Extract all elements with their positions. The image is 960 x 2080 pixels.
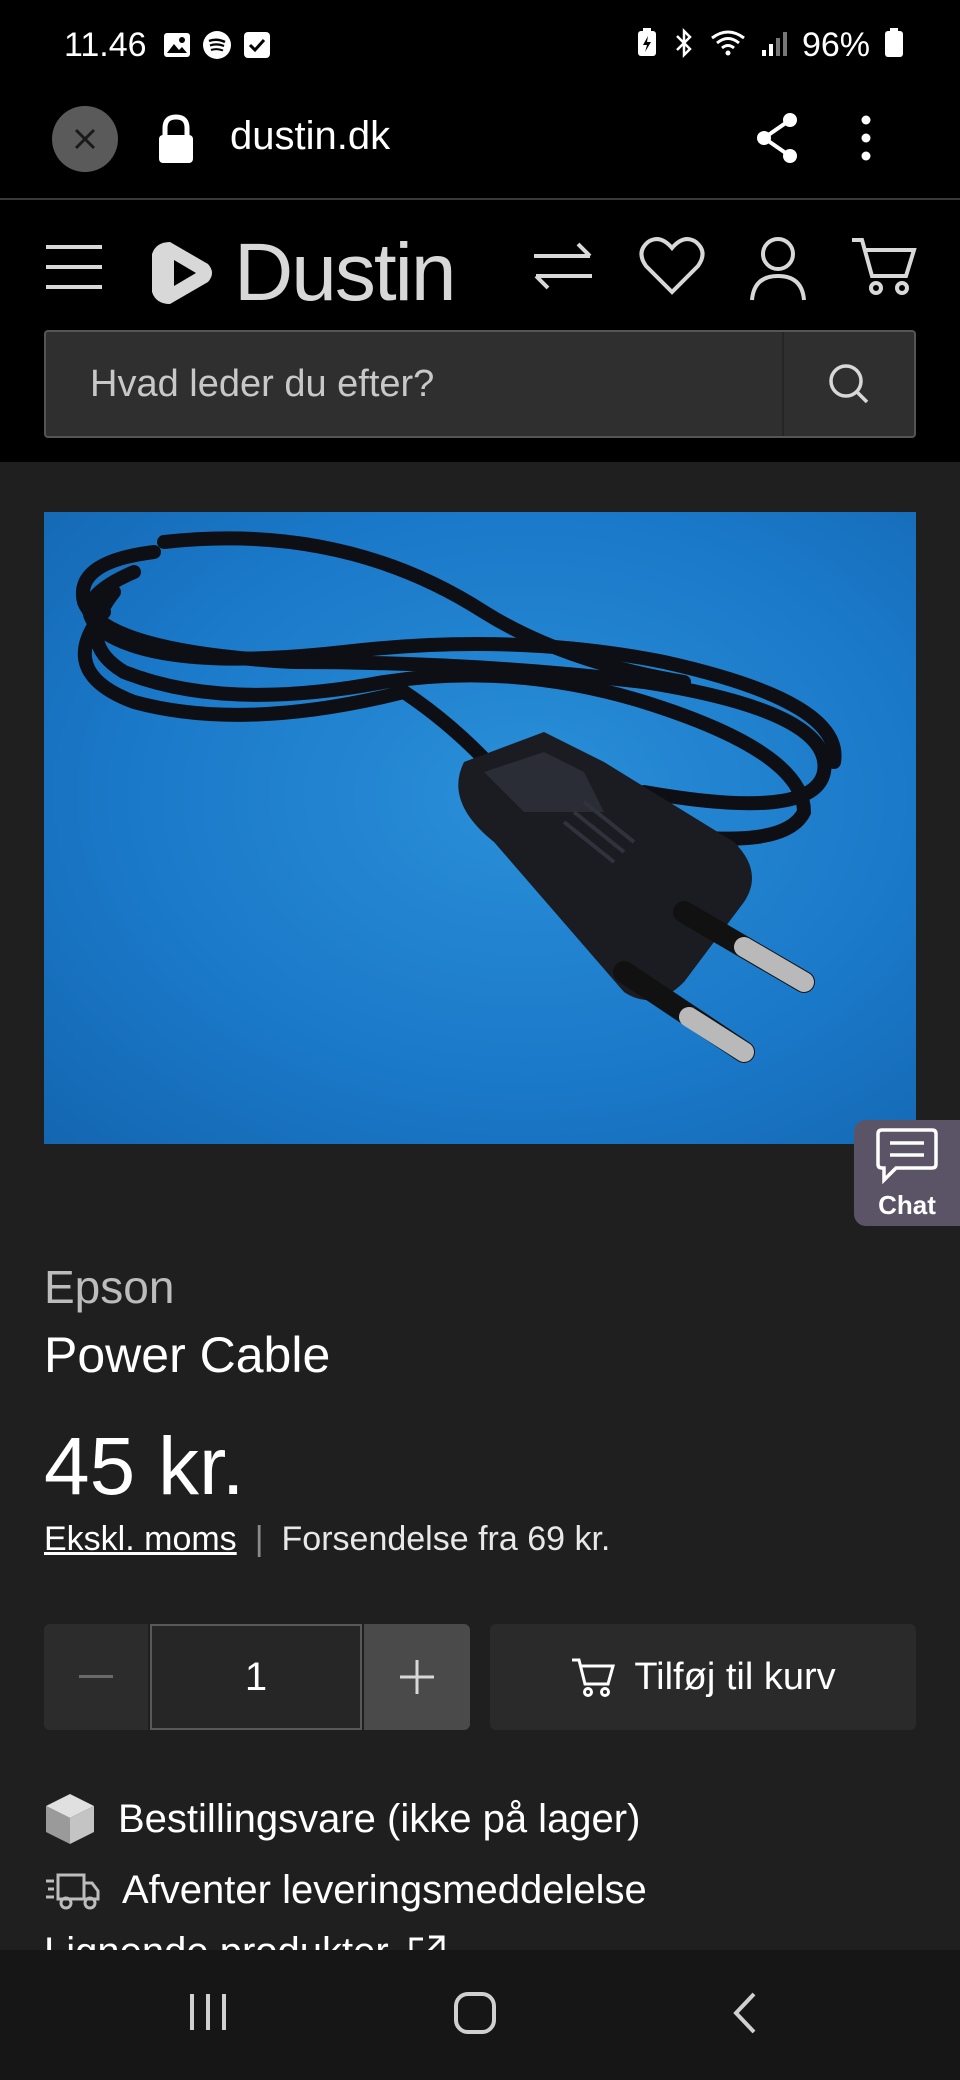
box-icon (46, 1794, 94, 1844)
quantity-increase-button[interactable] (364, 1624, 470, 1730)
battery-icon (884, 28, 904, 63)
menu-icon[interactable] (44, 242, 104, 297)
product-image[interactable] (44, 512, 916, 1144)
chat-button[interactable]: Chat (854, 1120, 960, 1226)
price-meta: Ekskl. moms | Forsendelse fra 69 kr. (44, 1520, 610, 1559)
status-system-icons: 96% (636, 26, 904, 65)
power-cable-image (75, 531, 842, 1063)
battery-percent: 96% (801, 26, 870, 64)
shipping-info: Forsendelse fra 69 kr. (281, 1520, 611, 1558)
gallery-icon (162, 30, 192, 60)
delivery-status-text: Afventer leveringsmeddelelse (122, 1868, 647, 1912)
logo-text: Dustin (234, 227, 456, 318)
search-button[interactable] (782, 332, 914, 436)
lock-icon (154, 112, 198, 173)
wifi-icon (710, 28, 746, 63)
favorites-heart-icon[interactable] (638, 234, 706, 303)
recent-apps-icon[interactable] (186, 1990, 230, 2039)
minus-icon (79, 1675, 113, 1678)
site-logo[interactable]: Dustin (148, 226, 456, 320)
chat-label: Chat (878, 1189, 936, 1220)
stock-status: Bestillingsvare (ikke på lager) (44, 1792, 640, 1846)
site-header: Dustin (0, 200, 960, 462)
add-to-cart-button[interactable]: Tilføj til kurv (490, 1624, 916, 1730)
home-icon[interactable] (452, 1990, 498, 2041)
chat-bubble-icon (876, 1127, 938, 1184)
price-separator: | (254, 1520, 264, 1558)
account-icon[interactable] (748, 234, 808, 307)
battery-saver-icon (636, 28, 658, 63)
cart-icon (572, 1658, 616, 1697)
checkbox-icon (242, 30, 272, 60)
plus-icon (400, 1660, 434, 1694)
vat-toggle-link[interactable]: Ekskl. moms (44, 1520, 237, 1559)
browser-toolbar: dustin.dk (0, 92, 960, 200)
status-time: 11.46 (64, 26, 147, 64)
delivery-truck-icon (46, 1873, 100, 1909)
quantity-decrease-button[interactable] (44, 1624, 148, 1730)
search-box (44, 330, 916, 438)
search-icon (829, 364, 869, 404)
delivery-status: Afventer leveringsmeddelelse (44, 1868, 647, 1913)
back-icon[interactable] (728, 1990, 762, 2041)
close-icon (74, 128, 96, 150)
close-tab-button[interactable] (52, 106, 118, 172)
product-price: 45 kr. (44, 1421, 245, 1512)
product-title: Power Cable (44, 1327, 331, 1383)
search-input[interactable] (46, 332, 786, 436)
bluetooth-icon (672, 27, 696, 63)
cart-icon[interactable] (850, 234, 918, 303)
quantity-input[interactable] (150, 1624, 362, 1730)
quantity-row: Tilføj til kurv (44, 1624, 916, 1730)
signal-icon (760, 28, 788, 63)
share-icon[interactable] (752, 108, 804, 173)
status-notification-icons (162, 30, 272, 60)
url-text[interactable]: dustin.dk (230, 114, 390, 159)
status-bar: 11.46 96% (0, 0, 960, 92)
spotify-icon (202, 30, 232, 60)
logo-icon (152, 242, 212, 304)
add-to-cart-label: Tilføj til kurv (634, 1655, 836, 1698)
more-options-icon[interactable] (858, 108, 874, 173)
product-brand[interactable]: Epson (44, 1260, 174, 1314)
compare-icon[interactable] (528, 234, 598, 303)
system-navigation-bar (0, 1950, 960, 2080)
stock-status-text: Bestillingsvare (ikke på lager) (118, 1796, 641, 1841)
